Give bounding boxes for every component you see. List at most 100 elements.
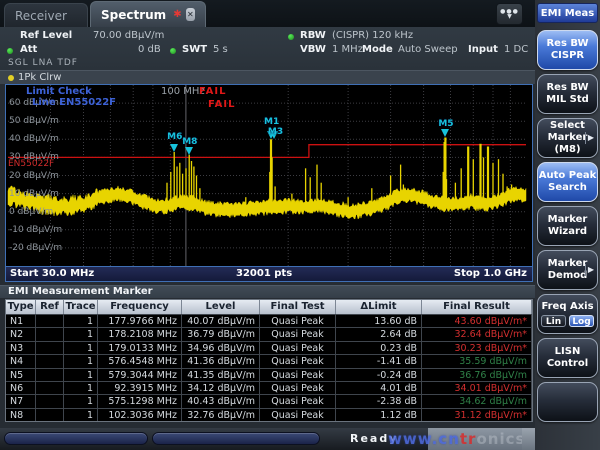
- softkey-auto-peak-search[interactable]: Auto PeakSearch: [537, 162, 598, 202]
- cell-n3-trace: 1: [64, 341, 98, 354]
- softkey-marker-demod[interactable]: MarkerDemod▶: [537, 250, 598, 290]
- stop-frequency[interactable]: Stop 1.0 GHz: [454, 268, 527, 279]
- softkey-res-bw-cispr[interactable]: Res BWCISPR: [537, 30, 598, 70]
- softkey-marker-wizard[interactable]: MarkerWizard: [537, 206, 598, 246]
- softkey-label: Freq Axis: [541, 301, 593, 313]
- softkey-empty: [537, 382, 598, 422]
- cell-n1-level: 40.07 dBμV/m: [182, 314, 260, 327]
- cell-n7-delta-limit: -2.38 dB: [336, 394, 422, 407]
- input-label[interactable]: Input: [468, 44, 498, 55]
- start-frequency[interactable]: Start 30.0 MHz: [10, 268, 94, 279]
- marker-label-M8: M8: [182, 137, 197, 147]
- cell-n3-type[interactable]: N3: [6, 341, 36, 354]
- cell-n8-type[interactable]: N8: [6, 408, 36, 421]
- marker-triangle-M8[interactable]: [185, 147, 193, 155]
- softkey-label: Demod: [548, 270, 588, 282]
- marker-label-M5: M5: [438, 119, 453, 129]
- cell-n2-type[interactable]: N2: [6, 327, 36, 340]
- cell-n6-type[interactable]: N6: [6, 381, 36, 394]
- cell-n6-final-test: Quasi Peak: [260, 381, 336, 394]
- modified-star-icon: ✱: [173, 9, 181, 20]
- column-header: Level: [182, 300, 260, 314]
- vbw-label[interactable]: VBW: [300, 44, 326, 55]
- limit-line-tag: EN55022F: [8, 159, 54, 169]
- column-header: Ref: [36, 300, 64, 314]
- cell-n3-final-test: Quasi Peak: [260, 341, 336, 354]
- sweep-info: SGL LNA TDF: [8, 58, 78, 68]
- cell-n5-trace: 1: [64, 368, 98, 381]
- softkey-select-marker[interactable]: SelectMarker(M8)▶: [537, 118, 598, 158]
- rbw-label[interactable]: RBW: [300, 30, 326, 41]
- ref-level-value[interactable]: 70.00 dBμV/m: [93, 30, 164, 41]
- cell-n8-trace: 1: [64, 408, 98, 421]
- watermark-blue: www.cn: [388, 430, 460, 448]
- submenu-arrow-icon: ▶: [585, 264, 594, 276]
- toggle-option-lin[interactable]: Lin: [541, 315, 566, 327]
- cell-n4-final-test: Quasi Peak: [260, 354, 336, 367]
- softkey-label: Res BW: [546, 38, 588, 50]
- marker-label-M3: M3: [268, 127, 283, 137]
- softkey-label: MIL Std: [546, 94, 589, 106]
- cell-n5-delta-limit: -0.24 dB: [336, 368, 422, 381]
- noise-trace: [8, 186, 526, 219]
- rbw-value[interactable]: (CISPR) 120 kHz: [332, 30, 413, 41]
- cell-n7-ref: [36, 394, 64, 407]
- cell-n1-ref: [36, 314, 64, 327]
- marker-triangle-M5[interactable]: [441, 129, 449, 137]
- tab-receiver-label: Receiver: [15, 9, 67, 23]
- close-tab-icon[interactable]: ✕: [186, 8, 195, 21]
- cell-n4-delta-limit: -1.41 dB: [336, 354, 422, 367]
- cell-n4-frequency: 576.4548 MHz: [98, 354, 182, 367]
- tab-bar: Receiver Spectrum ✱ ✕ ●●● ▼: [0, 0, 535, 27]
- cell-n2-level: 36.79 dBμV/m: [182, 327, 260, 340]
- column-header: Frequency: [98, 300, 182, 314]
- swt-value[interactable]: 5 s: [213, 44, 228, 55]
- cell-n4-ref: [36, 354, 64, 367]
- status-segment-2: [152, 432, 320, 445]
- cell-n7-frequency: 575.1298 MHz: [98, 394, 182, 407]
- limit-check-label: Limit Check: [26, 86, 92, 97]
- softkey-freq-axis[interactable]: Freq Axis LinLog: [537, 294, 598, 334]
- cell-n5-level: 41.35 dBμV/m: [182, 368, 260, 381]
- att-value[interactable]: 0 dB: [138, 44, 161, 55]
- y-axis-label: 10 dBμV/m: [9, 189, 59, 199]
- column-header: Final Test: [260, 300, 336, 314]
- ref-level-label[interactable]: Ref Level: [20, 30, 72, 41]
- softkey-label: Select: [550, 120, 585, 132]
- cell-n3-frequency: 179.0133 MHz: [98, 341, 182, 354]
- instrument-screen: Receiver Spectrum ✱ ✕ ●●● ▼ Ref Level 70…: [0, 0, 600, 450]
- cell-n7-type[interactable]: N7: [6, 394, 36, 407]
- cell-n2-final-result: 32.64 dBμV/m*: [422, 327, 532, 340]
- cell-n6-trace: 1: [64, 381, 98, 394]
- tab-spectrum[interactable]: Spectrum ✱ ✕: [90, 1, 206, 27]
- softkey-lisn-control[interactable]: LISNControl: [537, 338, 598, 378]
- input-value[interactable]: 1 DC: [504, 44, 528, 55]
- toolbar-menu-button[interactable]: ●●● ▼: [496, 3, 523, 25]
- swt-label[interactable]: SWT: [182, 44, 207, 55]
- cell-n4-final-result: 35.59 dBμV/m: [422, 354, 532, 367]
- mode-label[interactable]: Mode: [362, 44, 393, 55]
- cell-n2-ref: [36, 327, 64, 340]
- submenu-arrow-icon: ▶: [585, 132, 594, 144]
- trace1-dot-icon: [8, 75, 14, 81]
- mode-value[interactable]: Auto Sweep: [398, 44, 458, 55]
- tab-receiver[interactable]: Receiver: [4, 3, 88, 27]
- cell-n7-final-result: 34.62 dBμV/m: [422, 394, 532, 407]
- toggle-option-log[interactable]: Log: [569, 315, 594, 327]
- cell-n1-type[interactable]: N1: [6, 314, 36, 327]
- softkey-res-bw-mil-std[interactable]: Res BWMIL Std: [537, 74, 598, 114]
- column-header: Final Result: [422, 300, 532, 314]
- marker-triangle-M6[interactable]: [170, 144, 178, 152]
- softkey-label: Auto Peak: [539, 170, 597, 182]
- trace-info-bar: 1Pk Clrw: [0, 70, 535, 84]
- cell-n1-final-test: Quasi Peak: [260, 314, 336, 327]
- spectrum-plot[interactable]: 60 dBμV/m50 dBμV/m40 dBμV/m30 dBμV/m20 d…: [5, 84, 533, 267]
- cell-n5-type[interactable]: N5: [6, 368, 36, 381]
- cell-n8-ref: [36, 408, 64, 421]
- trace-label[interactable]: 1Pk Clrw: [18, 72, 61, 83]
- vbw-value[interactable]: 1 MHz: [332, 44, 363, 55]
- att-label[interactable]: Att: [20, 44, 37, 55]
- softkey-menu-title: EMI Meas: [537, 3, 598, 23]
- cell-n4-type[interactable]: N4: [6, 354, 36, 367]
- cell-n8-delta-limit: 1.12 dB: [336, 408, 422, 421]
